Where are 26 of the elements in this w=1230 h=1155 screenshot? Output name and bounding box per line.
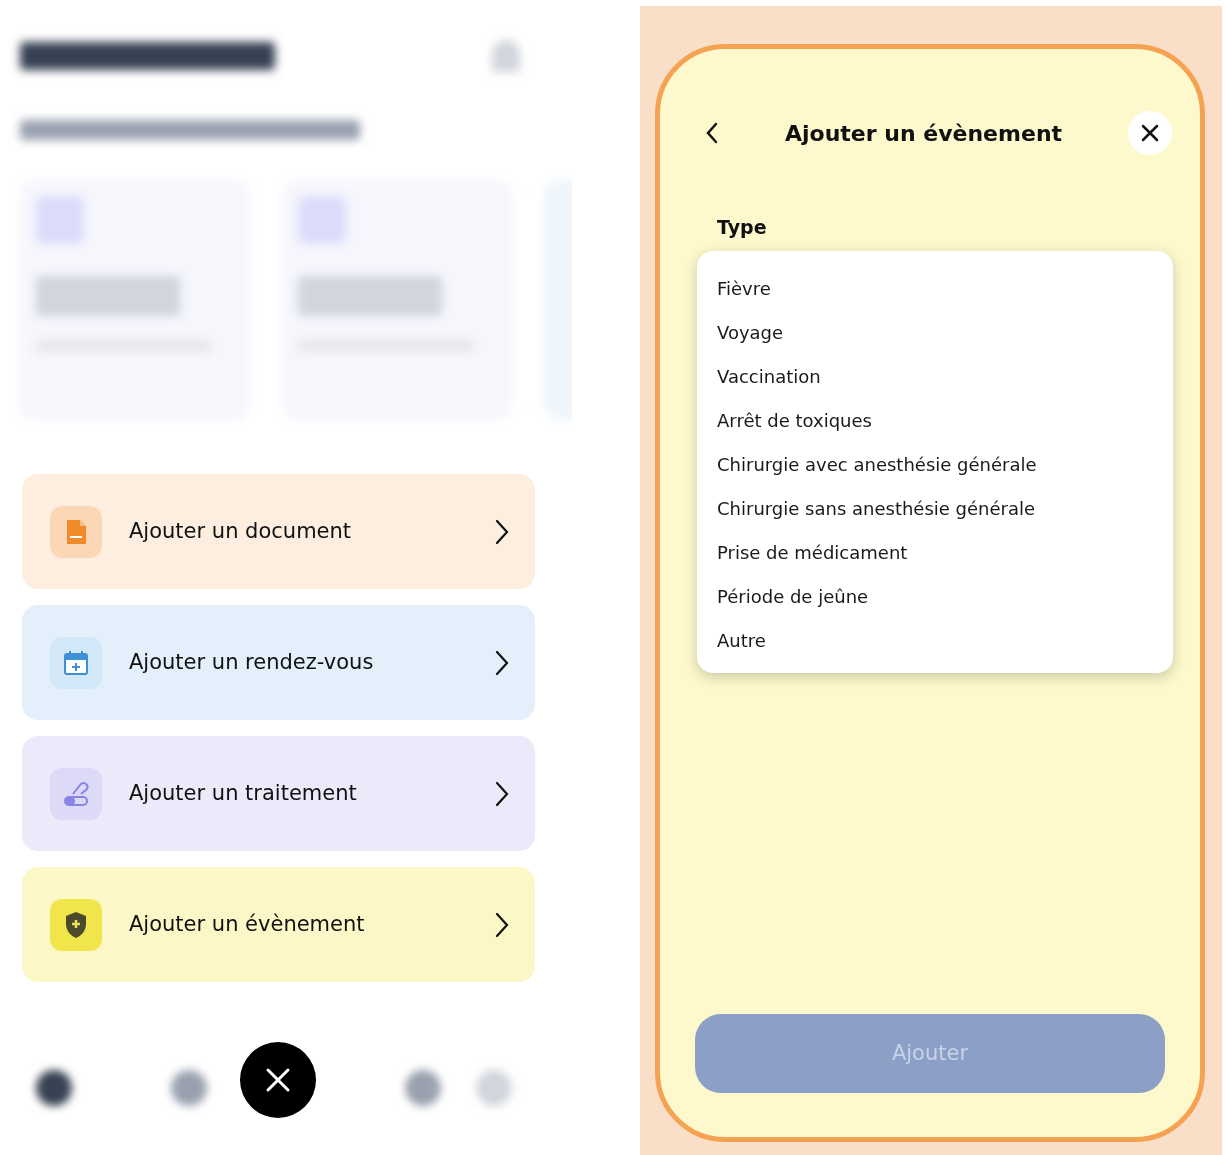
menu-item[interactable]: Ajouter un évènement [22,867,535,982]
dropdown-option[interactable]: Période de jeûne [717,584,1153,609]
blurred-nav-icon[interactable] [36,1070,72,1106]
close-button[interactable] [1128,111,1172,155]
shield-plus-icon [63,909,89,940]
chevron-right-icon [495,780,509,807]
menu-item[interactable]: Ajouter un rendez-vous [22,605,535,720]
dialog-title: Ajouter un évènement [785,119,1063,148]
chevron-right-icon [495,518,509,545]
menu-item[interactable]: Ajouter un traitement [22,736,535,851]
dropdown-option[interactable]: Prise de médicament [717,540,1153,565]
dropdown-option[interactable]: Chirurgie sans anesthésie générale [717,496,1153,521]
dropdown-option[interactable]: Chirurgie avec anesthésie générale [717,452,1153,477]
close-icon [1141,124,1159,142]
dropdown-option[interactable]: Voyage [717,320,1153,345]
chevron-right-icon [495,911,509,938]
back-icon[interactable] [705,121,719,145]
dropdown-option[interactable]: Arrêt de toxiques [717,408,1153,433]
dropdown-option[interactable]: Autre [717,628,1153,653]
calendar-plus-icon [62,648,90,677]
chevron-right-icon [495,649,509,676]
field-label: Type [717,215,768,240]
menu-item[interactable]: Ajouter un document [22,474,535,589]
close-icon [265,1067,291,1093]
dropdown-option[interactable]: Fièvre [717,276,1153,301]
dropdown-option[interactable]: Vaccination [717,364,1153,389]
